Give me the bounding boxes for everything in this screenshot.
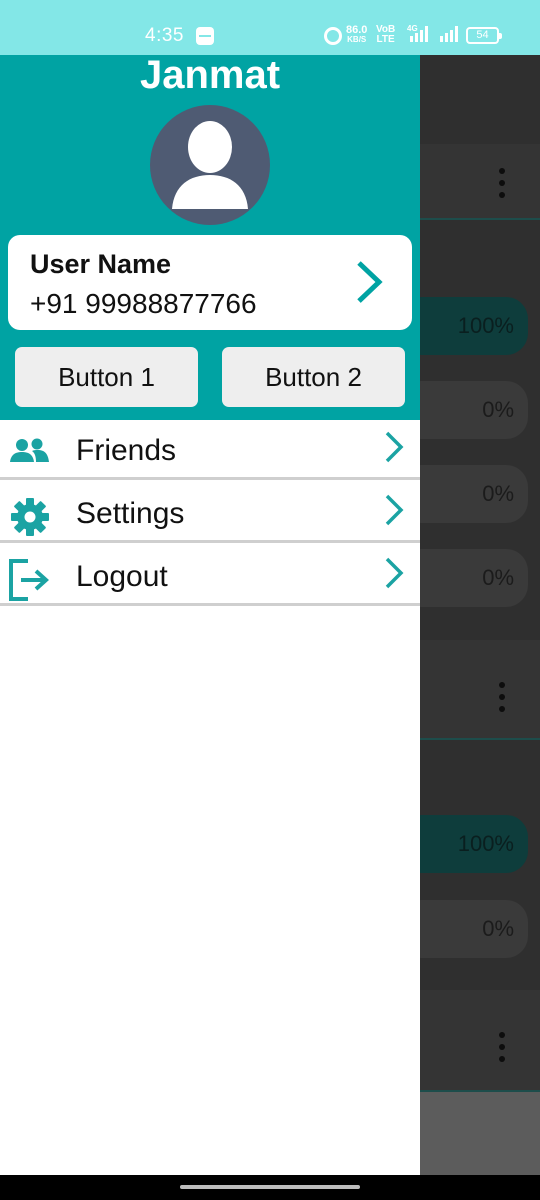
menu-item-logout[interactable]: Logout (0, 546, 420, 606)
chevron-right-icon (385, 494, 404, 526)
logout-icon (9, 559, 49, 601)
alarm-icon (324, 27, 342, 45)
background-footer (420, 1092, 540, 1175)
drawer-header: Janmat User Name +91 99988877766 Button … (0, 53, 420, 420)
friends-icon (10, 438, 49, 462)
background-percent: 0% (420, 549, 528, 607)
background-card (420, 144, 540, 220)
more-icon (499, 682, 505, 712)
background-card (420, 640, 540, 740)
background-percent: 0% (420, 381, 528, 439)
chevron-right-icon (385, 431, 404, 463)
background-percent: 100% (420, 297, 528, 355)
navigation-bar (0, 1175, 540, 1200)
volte-bottom: LTE (376, 34, 395, 45)
network-speed-value: 86.0 (346, 24, 368, 36)
menu-item-settings[interactable]: Settings (0, 483, 420, 543)
avatar[interactable] (150, 105, 270, 225)
menu-item-label: Settings (76, 497, 185, 530)
user-name: User Name (30, 249, 172, 279)
notification-icon (196, 27, 214, 45)
signal-icon (440, 26, 458, 42)
person-icon (172, 121, 248, 209)
button-1[interactable]: Button 1 (15, 347, 198, 407)
more-icon (499, 168, 505, 198)
volte-indicator: VoB LTE (376, 25, 395, 45)
gear-icon (11, 498, 49, 536)
chevron-right-icon (385, 557, 404, 589)
background-app: 100% 0% 0% 0% 100% 0% (420, 55, 540, 1175)
background-percent: 100% (420, 815, 528, 873)
battery-icon: 54 (466, 27, 502, 44)
user-phone: +91 99988877766 (30, 288, 257, 319)
user-card[interactable]: User Name +91 99988877766 (8, 235, 412, 330)
button-2[interactable]: Button 2 (222, 347, 405, 407)
battery-level: 54 (476, 29, 489, 41)
app-title: Janmat (139, 53, 281, 97)
network-speed: 86.0 KB/S (346, 25, 367, 45)
chevron-right-icon (357, 261, 383, 303)
signal-icon (410, 26, 428, 42)
home-gesture-handle[interactable] (180, 1185, 360, 1189)
menu-item-friends[interactable]: Friends (0, 420, 420, 480)
network-speed-unit: KB/S (347, 35, 367, 44)
background-percent: 0% (420, 465, 528, 523)
background-card (420, 990, 540, 1092)
menu-item-label: Logout (76, 560, 168, 593)
status-bar: 4:35 86.0 KB/S VoB LTE 4G 54 (0, 0, 540, 55)
navigation-drawer: Janmat User Name +91 99988877766 Button … (0, 53, 420, 1175)
background-percent: 0% (420, 900, 528, 958)
more-icon (499, 1032, 505, 1062)
status-time: 4:35 (145, 25, 184, 46)
menu-item-label: Friends (76, 434, 177, 467)
